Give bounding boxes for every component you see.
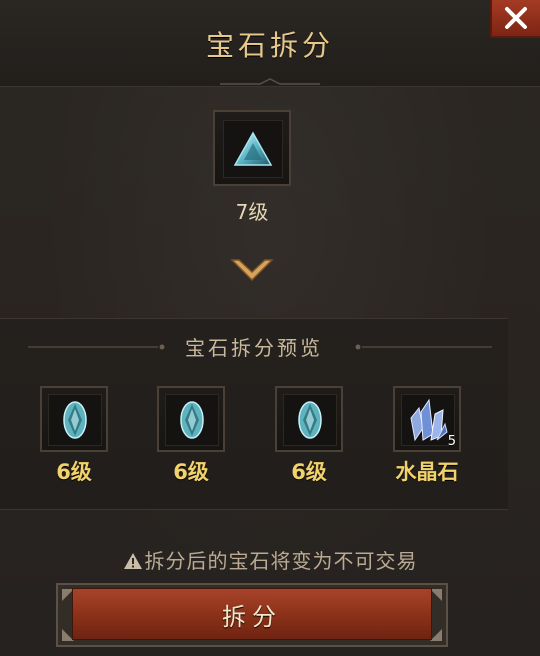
source-gem-slot[interactable] — [213, 110, 291, 186]
split-button[interactable]: 拆分 — [72, 588, 432, 640]
result-item-label: 水晶石 — [395, 460, 459, 484]
warning-message: 拆分后的宝石将变为不可交易 — [0, 545, 540, 574]
chevron-down-icon — [230, 259, 274, 282]
close-button[interactable] — [490, 0, 540, 38]
split-button-label: 拆分 — [222, 602, 282, 631]
result-item-slot[interactable] — [275, 386, 343, 452]
triangle-gem-icon — [233, 131, 273, 166]
title-ornament-icon — [220, 78, 320, 85]
result-item-label: 6级 — [56, 460, 92, 484]
source-gem-level: 7级 — [235, 200, 269, 224]
result-item-slot[interactable] — [40, 386, 108, 452]
result-item-slot[interactable]: 5 — [393, 386, 461, 452]
result-item-label: 6级 — [173, 460, 209, 484]
item-quantity: 5 — [447, 434, 456, 449]
crystal-icon — [410, 398, 448, 442]
close-icon — [505, 7, 527, 29]
warning-text: 拆分后的宝石将变为不可交易 — [144, 549, 418, 573]
oval-gem-icon — [63, 401, 87, 439]
result-item-label: 6级 — [291, 460, 327, 484]
title-bar: 宝石拆分 — [0, 0, 540, 87]
result-item-slot[interactable] — [157, 386, 225, 452]
gem-split-dialog: 宝石拆分 7级 宝石拆分预览 6级 6级 6级 5 水晶石 拆分后的宝石将变为不… — [0, 0, 540, 656]
warning-icon — [123, 553, 142, 569]
oval-gem-icon — [180, 401, 204, 439]
divider-right — [355, 344, 492, 350]
dialog-title: 宝石拆分 — [205, 29, 334, 62]
oval-gem-icon — [298, 401, 322, 439]
